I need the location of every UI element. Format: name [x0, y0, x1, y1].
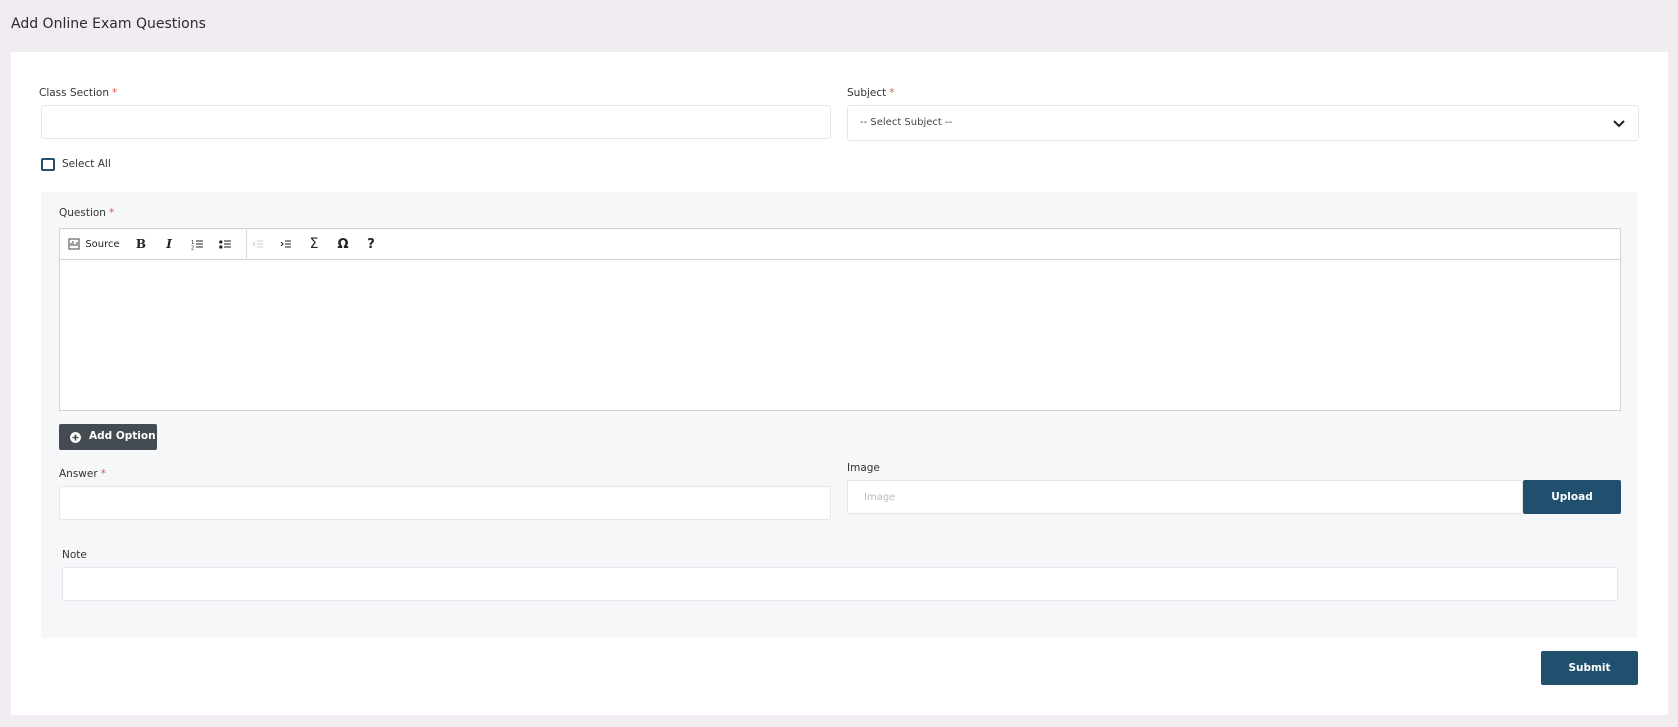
submit-button[interactable]: Submit: [1541, 651, 1638, 685]
add-option-label: Add Option: [89, 430, 156, 442]
question-panel: Question * Source B I 1 2 Σ Ω ? Add Opti…: [41, 192, 1637, 638]
indent-button[interactable]: [275, 233, 297, 255]
editor-toolbar: Source B I 1 2 Σ Ω ?: [60, 229, 1620, 260]
image-label: Image: [847, 462, 880, 474]
required-mark: *: [889, 87, 895, 99]
source-button[interactable]: Source: [68, 233, 120, 255]
note-label-text: Note: [62, 549, 87, 561]
bold-button[interactable]: B: [130, 233, 152, 255]
image-upload-group: Image Upload: [847, 480, 1678, 514]
question-editor: Source B I 1 2 Σ Ω ?: [59, 228, 1621, 411]
class-section-input[interactable]: [41, 105, 831, 139]
note-input[interactable]: [62, 567, 1618, 601]
image-input[interactable]: Image: [847, 480, 1523, 514]
add-option-button[interactable]: Add Option: [59, 424, 157, 450]
numbered-list-button[interactable]: 1 2: [186, 233, 208, 255]
special-char-button[interactable]: Ω: [332, 233, 354, 255]
select-all-checkbox[interactable]: [41, 158, 55, 171]
class-section-label: Class Section *: [39, 87, 117, 99]
indent-icon: [280, 240, 291, 247]
answer-label-text: Answer: [59, 468, 98, 480]
question-label: Question *: [59, 207, 114, 219]
question-editor-content[interactable]: [60, 260, 1620, 410]
subject-label: Subject *: [847, 87, 895, 99]
subject-selected-value: -- Select Subject --: [860, 117, 953, 128]
required-mark: *: [108, 207, 115, 219]
plus-circle-icon: [70, 432, 81, 443]
class-section-label-text: Class Section: [39, 87, 109, 99]
source-icon: [68, 238, 80, 250]
outdent-icon: [252, 240, 263, 247]
required-mark: *: [100, 468, 106, 480]
help-icon: ?: [367, 236, 375, 252]
answer-input[interactable]: [59, 486, 831, 520]
italic-icon: I: [166, 237, 172, 251]
omega-icon: Ω: [337, 236, 349, 252]
image-placeholder: Image: [864, 492, 896, 503]
image-label-text: Image: [847, 462, 880, 474]
required-mark: *: [111, 87, 118, 99]
subject-select[interactable]: -- Select Subject --: [847, 105, 1639, 141]
upload-button[interactable]: Upload: [1523, 480, 1621, 514]
italic-button[interactable]: I: [158, 233, 180, 255]
bulleted-list-button[interactable]: [214, 233, 236, 255]
math-button[interactable]: Σ: [303, 233, 325, 255]
bulleted-list-icon: [218, 239, 231, 249]
source-label: Source: [85, 238, 120, 250]
question-label-text: Question: [59, 207, 106, 219]
answer-label: Answer *: [59, 468, 106, 480]
svg-text:2: 2: [191, 245, 194, 250]
form-card: Class Section * Subject * -- Select Subjec…: [11, 52, 1668, 715]
select-all-label: Select All: [62, 158, 111, 170]
chevron-down-icon: [1613, 120, 1625, 128]
page-title: Add Online Exam Questions: [11, 16, 206, 32]
numbered-list-icon: 1 2: [191, 240, 203, 250]
help-button[interactable]: ?: [360, 233, 382, 255]
outdent-button[interactable]: [247, 233, 269, 255]
sigma-icon: Σ: [309, 236, 319, 252]
bold-icon: B: [135, 237, 147, 251]
subject-label-text: Subject: [847, 87, 887, 99]
note-label: Note: [62, 549, 87, 561]
